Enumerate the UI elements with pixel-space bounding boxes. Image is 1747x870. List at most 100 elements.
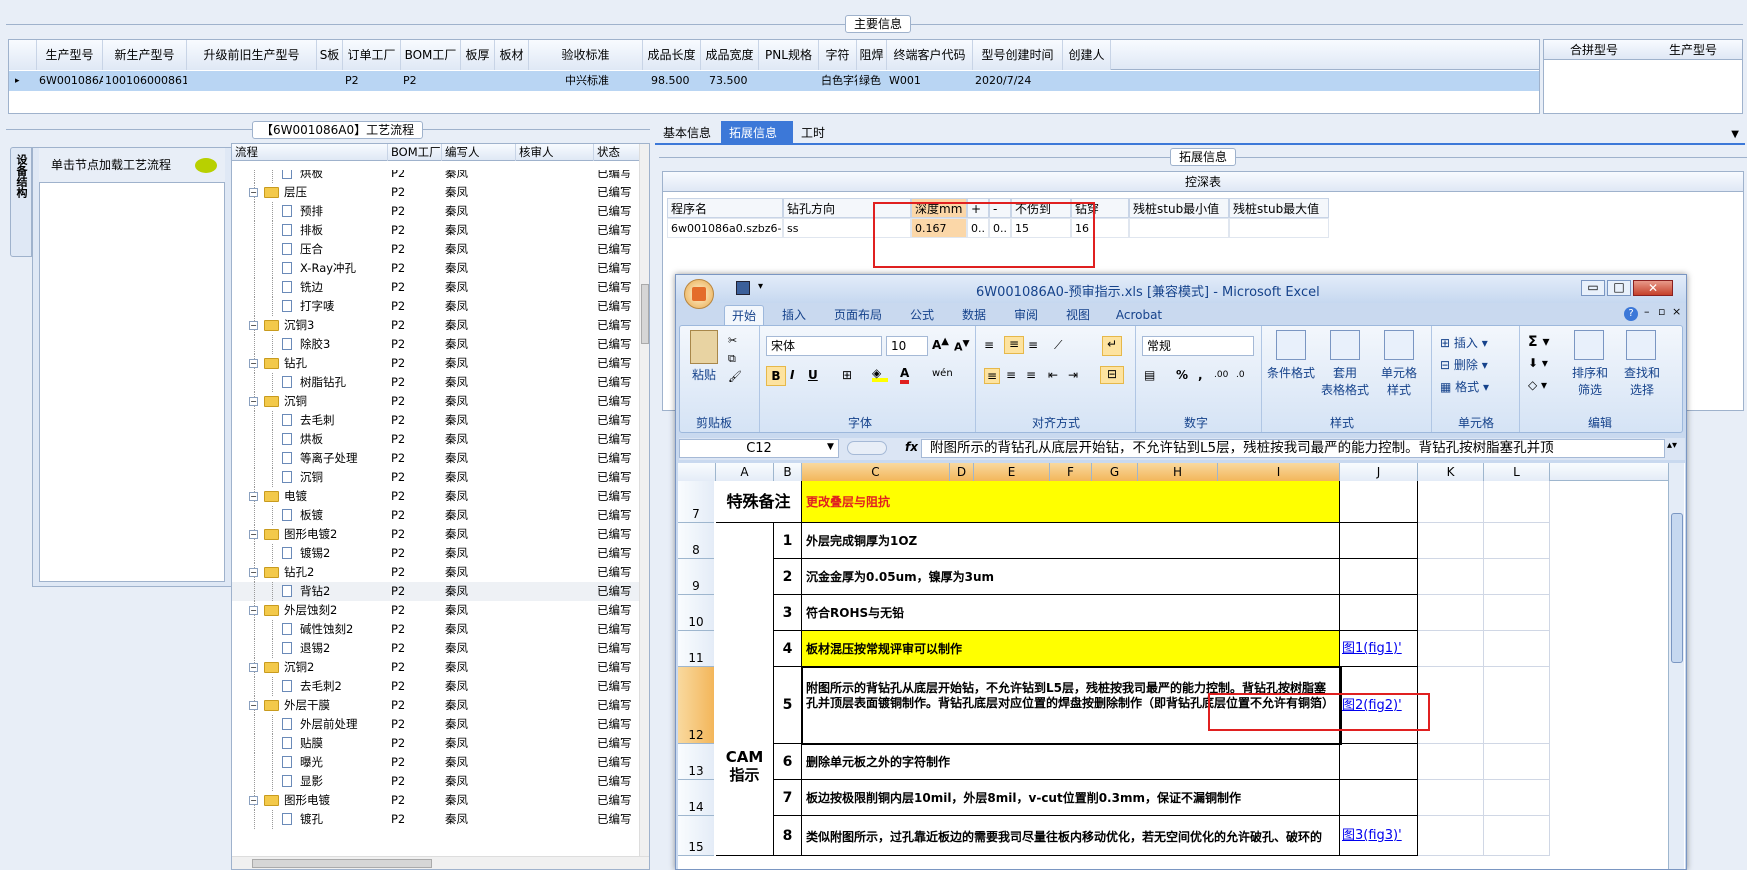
tree-row[interactable]: 外层前处理 P2 秦凤 已编写 <box>232 715 640 734</box>
find-select-button[interactable]: 查找和 选择 <box>1616 364 1668 398</box>
collapse-icon[interactable]: − <box>249 663 258 672</box>
row-index-cell[interactable]: 3 <box>774 595 802 631</box>
tree-hscrollbar[interactable] <box>232 856 649 869</box>
depth-column-header[interactable]: 残桩stub最小值 <box>1129 198 1229 218</box>
orientation-icon[interactable]: ⟋ <box>1054 338 1062 353</box>
tree-body[interactable]: 烘板 P2 秦凤 已编写 − 层压 P2 秦凤 已编写 预排 P2 秦凤 已编写 排板 P2 秦凤 已编写 压合 P… <box>232 170 640 850</box>
tree-column-header[interactable]: 流程 <box>232 144 388 161</box>
collapse-icon[interactable]: − <box>249 188 258 197</box>
table-cell[interactable]: 2020/7/24 <box>973 71 1063 91</box>
percent-icon[interactable]: % <box>1176 368 1188 382</box>
column-header[interactable]: 阻焊 <box>857 40 887 70</box>
collapse-icon[interactable]: − <box>249 397 258 406</box>
column-header[interactable]: S板 <box>317 40 343 70</box>
table-cell[interactable] <box>1229 218 1329 238</box>
column-header[interactable]: 生产型号 <box>37 40 103 70</box>
collapse-icon[interactable]: − <box>249 492 258 501</box>
instruction-cell[interactable]: 板材混压按常规评审可以制作 <box>802 631 1340 667</box>
tree-row[interactable]: − 图形电镀 P2 秦凤 已编写 <box>232 791 640 810</box>
tree-row[interactable]: − 沉铜3 P2 秦凤 已编写 <box>232 316 640 335</box>
format-painter-icon[interactable]: 🖌 <box>728 370 742 383</box>
empty-cell[interactable] <box>1418 744 1484 780</box>
tree-row[interactable]: 烘板 P2 秦凤 已编写 <box>232 170 640 183</box>
tab-extended[interactable]: 拓展信息 <box>721 121 793 145</box>
ribbon-tab[interactable]: 审阅 <box>1004 305 1048 325</box>
align-middle-icon[interactable]: ≡ <box>1004 336 1024 354</box>
depth-column-header[interactable]: 残桩stub最大值 <box>1229 198 1329 218</box>
tree-column-header[interactable]: BOM工厂 <box>388 144 442 161</box>
tree-row[interactable]: 镀锡2 P2 秦凤 已编写 <box>232 544 640 563</box>
comma-icon[interactable]: , <box>1198 368 1203 382</box>
tree-row[interactable]: − 沉铜 P2 秦凤 已编写 <box>232 392 640 411</box>
instruction-cell[interactable]: 删除单元板之外的字符制作 <box>802 744 1340 780</box>
tree-row[interactable]: 去毛刺 P2 秦凤 已编写 <box>232 411 640 430</box>
collapse-icon[interactable]: − <box>249 321 258 330</box>
collapse-icon[interactable]: − <box>249 359 258 368</box>
table-cell[interactable] <box>1063 71 1111 91</box>
tree-row[interactable]: 去毛刺2 P2 秦凤 已编写 <box>232 677 640 696</box>
column-header[interactable]: 验收标准 <box>529 40 643 70</box>
col-merge-model[interactable]: 合拼型号 <box>1544 40 1644 60</box>
row-header[interactable]: 14 <box>678 780 714 816</box>
row-header[interactable]: 13 <box>678 744 714 780</box>
column-header[interactable]: BOM工厂 <box>401 40 461 70</box>
row-index-cell[interactable]: 6 <box>774 744 802 780</box>
clear-icon[interactable]: ◇ ▾ <box>1528 378 1547 392</box>
number-format-select[interactable]: 常规 <box>1142 336 1254 356</box>
copy-icon[interactable]: ⧉ <box>728 352 736 366</box>
column-header[interactable]: 终端客户代码 <box>887 40 973 70</box>
tree-row[interactable]: 板镀 P2 秦凤 已编写 <box>232 506 640 525</box>
row-index-cell[interactable]: 5 <box>774 667 802 744</box>
empty-cell[interactable] <box>1484 744 1550 780</box>
name-box-dropdown-icon[interactable]: ▼ <box>827 442 834 452</box>
tree-row[interactable]: − 层压 P2 秦凤 已编写 <box>232 183 640 202</box>
find-select-icon[interactable] <box>1626 330 1656 360</box>
quick-access-icon[interactable]: ▾ <box>758 281 763 292</box>
figure-link[interactable]: 图1(fig1)' <box>1340 631 1418 667</box>
ribbon-tab[interactable]: 数据 <box>952 305 996 325</box>
ribbon-tab[interactable]: 页面布局 <box>824 305 892 325</box>
column-header[interactable]: E <box>974 463 1050 481</box>
empty-cell[interactable] <box>1484 667 1550 744</box>
font-size-select[interactable]: 10 <box>886 336 928 356</box>
main-info-grid[interactable]: 生产型号 新生产型号 升级前旧生产型号 S板 订单工厂 BOM工厂 板厚 板材 验收标准 成品长度… <box>8 39 1540 114</box>
decrease-decimal-icon[interactable]: .0 <box>1236 370 1245 380</box>
sheet-vscrollbar[interactable] <box>1668 463 1684 869</box>
row-header[interactable]: 9 <box>678 559 714 595</box>
fill-color-icon[interactable]: ◈ <box>872 366 888 382</box>
side-tab-equipment[interactable]: 设备结构 <box>10 147 32 257</box>
insert-button[interactable]: ⊞ 插入 ▾ <box>1440 334 1510 351</box>
empty-cell[interactable] <box>1418 631 1484 667</box>
cell-style-icon[interactable] <box>1384 330 1414 360</box>
sheet-body[interactable]: 7 更改叠层与阻抗 8 1 外层完成铜厚为1OZ 9 2 沉金金厚为0.05um，镍厚为3um… <box>678 481 1668 869</box>
table-cell[interactable]: 中兴标准 <box>529 71 643 91</box>
instruction-cell[interactable]: 板边按极限削铜内层10mil，外层8mil，v-cut位置削0.3mm，保证不漏… <box>802 780 1340 816</box>
table-cell[interactable]: 绿色 <box>857 71 887 91</box>
align-left-icon[interactable]: ≡ <box>984 368 1000 384</box>
cut-icon[interactable]: ✂ <box>728 334 737 347</box>
column-header[interactable]: D <box>950 463 974 481</box>
empty-cell[interactable] <box>1418 523 1484 559</box>
format-button[interactable]: ▦ 格式 ▾ <box>1440 378 1510 395</box>
tree-row[interactable]: − 钻孔2 P2 秦凤 已编写 <box>232 563 640 582</box>
tree-row[interactable]: X-Ray冲孔 P2 秦凤 已编写 <box>232 259 640 278</box>
table-cell[interactable] <box>495 71 529 91</box>
tree-row[interactable]: 预排 P2 秦凤 已编写 <box>232 202 640 221</box>
row-header[interactable]: 11 <box>678 631 714 667</box>
increase-indent-icon[interactable]: ⇥ <box>1068 368 1078 382</box>
decrease-indent-icon[interactable]: ⇤ <box>1048 368 1058 382</box>
sort-filter-button[interactable]: 排序和 筛选 <box>1564 364 1616 398</box>
conditional-format-icon[interactable] <box>1276 330 1306 360</box>
tree-row[interactable]: 背钻2 P2 秦凤 已编写 <box>232 582 640 601</box>
table-cell[interactable]: P2 <box>401 71 461 91</box>
column-header[interactable]: 新生产型号 <box>103 40 187 70</box>
column-header[interactable]: 板材 <box>495 40 529 70</box>
align-right-icon[interactable]: ≡ <box>1026 368 1036 382</box>
wrap-text-icon[interactable]: ↵ <box>1102 336 1122 356</box>
table-cell[interactable]: 10010600086135 <box>103 71 187 91</box>
column-header[interactable]: 创建人 <box>1063 40 1111 70</box>
row-header[interactable]: 8 <box>678 523 714 559</box>
empty-cell[interactable] <box>1418 780 1484 816</box>
load-hint[interactable]: 单击节点加载工艺流程 <box>39 148 225 182</box>
table-row[interactable]: ▸6W001086A010010600086135 P2P2 中兴标准98.5007… <box>9 71 1539 91</box>
